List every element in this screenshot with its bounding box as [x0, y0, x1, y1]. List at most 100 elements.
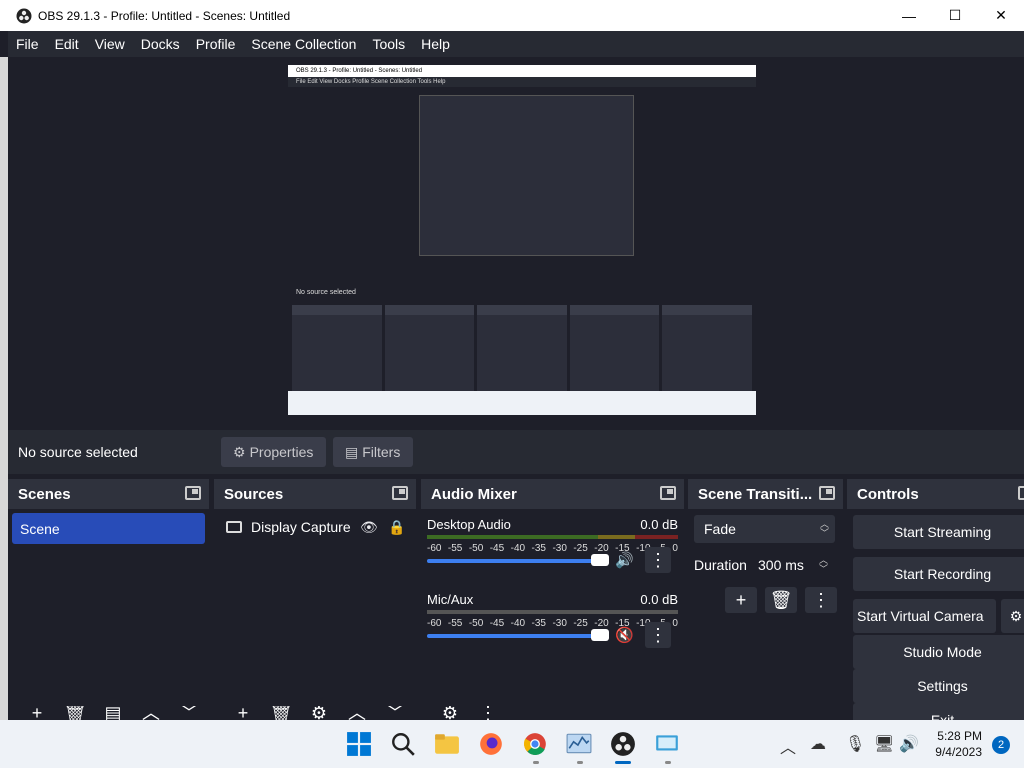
filter-icon: ▤: [345, 443, 359, 460]
nested-preview: [419, 95, 634, 256]
network-icon[interactable]: 🖥: [874, 734, 894, 754]
properties-button[interactable]: ⚙ Properties: [221, 437, 326, 467]
scenes-dock-header: Scenes: [8, 479, 209, 509]
undock-icon[interactable]: [660, 486, 676, 500]
windows-start-icon[interactable]: [346, 731, 372, 757]
start-virtual-camera-button[interactable]: Start Virtual Camera: [853, 599, 996, 633]
monitor-icon: [226, 521, 242, 533]
volume-slider-handle[interactable]: [591, 554, 609, 566]
undock-icon[interactable]: [1018, 486, 1024, 500]
minimize-button[interactable]: —: [886, 0, 932, 31]
notification-badge[interactable]: 2: [992, 736, 1010, 754]
channel-db: 0.0 dB: [640, 517, 678, 532]
menu-scene-collection[interactable]: Scene Collection: [243, 36, 364, 52]
duration-input[interactable]: 300 ms ︿ ﹀: [750, 551, 834, 579]
channel-name: Mic/Aux: [427, 592, 474, 607]
meter-scale: -60-55-50-45-40-35-30-25-20-15-10-50: [427, 618, 678, 629]
more-options-button[interactable]: ⋮: [645, 547, 671, 573]
taskbar-clock[interactable]: 5:28 PM 9/4/2023: [935, 728, 982, 760]
remote-desktop-icon[interactable]: [654, 731, 680, 757]
scene-list-item[interactable]: Scene: [12, 513, 205, 544]
undock-icon[interactable]: [185, 486, 201, 500]
chevron-down-icon[interactable]: ﹀: [170, 706, 208, 720]
exit-button[interactable]: Exit: [853, 703, 1024, 720]
sources-list: Display Capture 👁 🔒 + 🗑 ⚙ ︿ ﹀: [214, 509, 416, 720]
more-options-button[interactable]: ⋮: [645, 622, 671, 648]
running-indicator: [665, 761, 671, 764]
filter-icon[interactable]: ▤: [94, 706, 132, 720]
menu-docks[interactable]: Docks: [133, 36, 188, 52]
menu-tools[interactable]: Tools: [364, 36, 413, 52]
add-transition-button[interactable]: +: [725, 587, 757, 613]
source-list-item[interactable]: Display Capture 👁 🔒: [226, 517, 405, 537]
onedrive-icon[interactable]: ☁: [810, 734, 826, 754]
microphone-icon[interactable]: 🎙: [845, 734, 865, 754]
close-button[interactable]: ✕: [978, 0, 1024, 31]
sources-footer: + 🗑 ⚙ ︿ ﹀: [214, 706, 416, 720]
lock-icon[interactable]: 🔒: [388, 519, 405, 536]
scenes-footer: + 🗑 ▤ ︿ ﹀: [8, 706, 209, 720]
volume-slider-handle[interactable]: [591, 629, 609, 641]
preview-canvas[interactable]: OBS 29.1.3 - Profile: Untitled - Scenes:…: [288, 65, 756, 415]
firefox-icon[interactable]: [478, 731, 504, 757]
transition-options-button[interactable]: ⋮: [805, 587, 837, 613]
gear-icon[interactable]: ⚙: [431, 706, 469, 720]
volume-slider[interactable]: [427, 634, 609, 638]
start-streaming-button[interactable]: Start Streaming: [853, 515, 1024, 549]
preview-area[interactable]: OBS 29.1.3 - Profile: Untitled - Scenes:…: [8, 57, 1024, 430]
nested-dock: [292, 305, 382, 391]
transition-select[interactable]: Fade ︿ ﹀: [694, 515, 835, 543]
mixer-body: Desktop Audio 0.0 dB -60 -55 -50 -45 -40 -35-…: [421, 509, 684, 720]
transitions-body: Fade ︿ ﹀ Duration 300 ms ︿ ﹀ + 🗑 ⋮: [688, 509, 843, 720]
spin-arrows-icon[interactable]: ︿ ﹀: [819, 556, 828, 574]
add-icon[interactable]: +: [224, 706, 262, 720]
menu-file[interactable]: File: [8, 36, 47, 52]
add-icon[interactable]: +: [18, 706, 56, 720]
settings-button[interactable]: Settings: [853, 669, 1024, 703]
search-icon[interactable]: [390, 731, 416, 757]
start-recording-button[interactable]: Start Recording: [853, 557, 1024, 591]
volume-slider[interactable]: [427, 559, 609, 563]
meter-scale: -60-55-50-45-40-35-30-25-20-15-10-50: [427, 543, 678, 554]
chevron-up-icon[interactable]: ︿: [132, 706, 170, 720]
obs-logo-icon: [16, 8, 32, 23]
studio-mode-button[interactable]: Studio Mode: [853, 635, 1024, 669]
volume-icon[interactable]: 🔊: [899, 734, 919, 754]
virtual-camera-settings-gear-icon[interactable]: ⚙: [1001, 599, 1024, 633]
scenes-dock: Scenes Scene + 🗑 ▤ ︿ ﹀: [8, 479, 209, 720]
eye-icon[interactable]: 👁: [360, 519, 378, 536]
menu-help[interactable]: Help: [413, 36, 458, 52]
audio-mixer-title: Audio Mixer: [431, 485, 517, 503]
kebab-icon[interactable]: ⋮: [469, 706, 507, 720]
remove-transition-button[interactable]: 🗑: [765, 587, 797, 613]
audio-mixer-header: Audio Mixer: [421, 479, 684, 509]
obs-taskbar-icon[interactable]: [610, 731, 636, 757]
channel-name: Desktop Audio: [427, 517, 511, 532]
gear-icon[interactable]: ⚙: [300, 706, 338, 720]
controls-title: Controls: [857, 485, 919, 503]
performance-monitor-icon[interactable]: [566, 731, 592, 757]
menu-edit[interactable]: Edit: [47, 36, 87, 52]
trash-icon[interactable]: 🗑: [56, 706, 94, 720]
menu-view[interactable]: View: [87, 36, 133, 52]
audio-mixer-dock: Audio Mixer Desktop Audio 0.0 dB -60 -55-…: [421, 479, 684, 720]
scenes-dock-title: Scenes: [18, 485, 71, 503]
chevron-up-icon[interactable]: ︿: [338, 706, 376, 720]
undock-icon[interactable]: [819, 486, 835, 500]
source-name: Display Capture: [251, 519, 351, 535]
chrome-icon[interactable]: [522, 731, 548, 757]
filters-button[interactable]: ▤ Filters: [333, 437, 413, 467]
controls-dock: Controls Start Streaming Start Recording…: [847, 479, 1024, 720]
no-source-label: No source selected: [18, 444, 138, 460]
trash-icon[interactable]: 🗑: [262, 706, 300, 720]
menu-profile[interactable]: Profile: [188, 36, 244, 52]
sources-dock: Sources Display Capture 👁 🔒 + 🗑 ⚙ ︿ ﹀: [214, 479, 416, 720]
clock-date: 9/4/2023: [935, 745, 982, 759]
speaker-muted-icon[interactable]: 🔇: [615, 626, 634, 644]
chevron-up-icon[interactable]: ︿: [780, 734, 796, 758]
maximize-button[interactable]: ☐: [932, 0, 978, 31]
speaker-icon[interactable]: 🔊: [615, 551, 634, 569]
file-explorer-icon[interactable]: [434, 731, 460, 757]
undock-icon[interactable]: [392, 486, 408, 500]
chevron-down-icon[interactable]: ﹀: [376, 706, 414, 720]
